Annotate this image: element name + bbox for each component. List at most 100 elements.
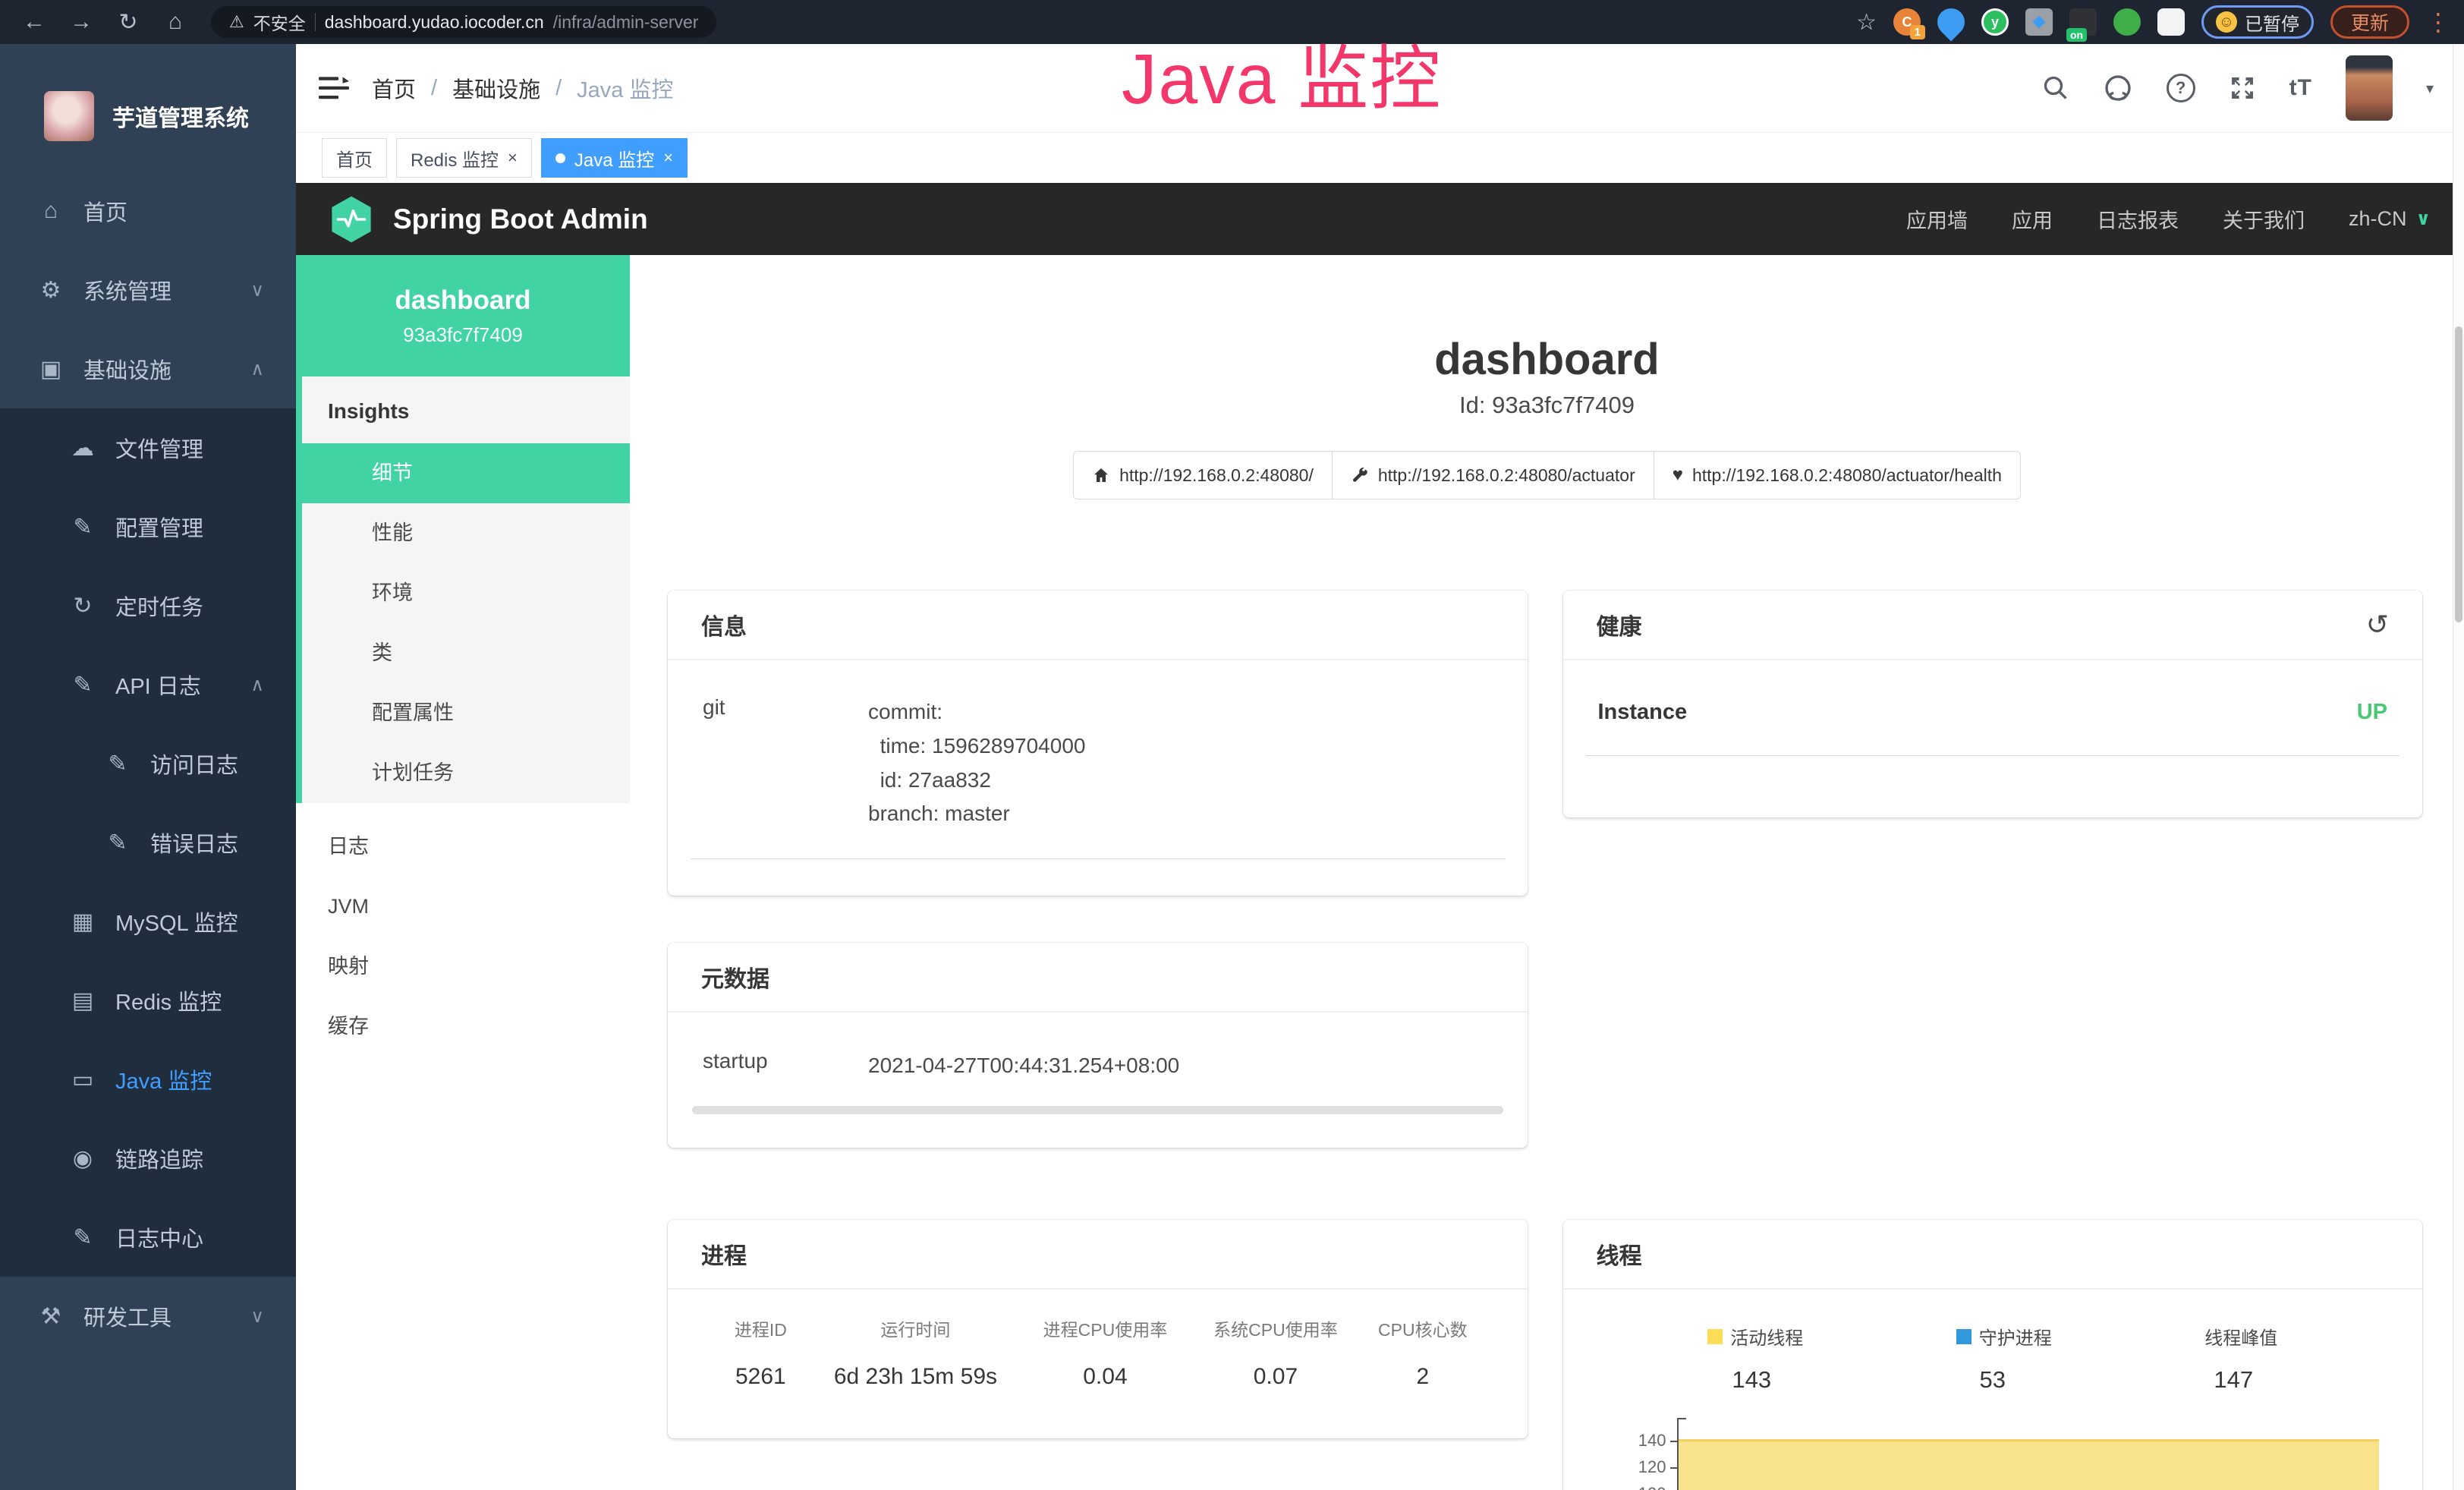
extension-tampermonkey-icon[interactable]: on [2069, 8, 2097, 36]
legend-peak-threads: 线程峰值 [2204, 1323, 2277, 1350]
tag-home[interactable]: 首页 [322, 138, 387, 178]
paused-label: 已暂停 [2245, 9, 2299, 36]
menu-item-environment[interactable]: 环境 [302, 563, 630, 623]
threads-area-chart: 140 120 100 [1563, 1412, 2423, 1490]
service-url-button[interactable]: http://192.168.0.2:48080/ [1073, 451, 1333, 499]
threads-legend: 活动线程 守护进程 线程峰值 [1563, 1290, 2423, 1350]
sidebar-item-scheduled-tasks[interactable]: ↻ 定时任务 [0, 566, 296, 645]
instance-header[interactable]: dashboard 93a3fc7f7409 [296, 255, 630, 376]
breadcrumb-infrastructure[interactable]: 基础设施 [452, 72, 540, 104]
sidebar-item-trace[interactable]: ◉ 链路追踪 [0, 1119, 296, 1198]
extension-grid-icon[interactable] [2025, 8, 2053, 36]
health-url-button[interactable]: ♥ http://192.168.0.2:48080/actuator/heal… [1654, 451, 2021, 499]
sidebar-item-label: API 日志 [115, 669, 201, 701]
sidebar-item-home[interactable]: ⌂ 首页 [0, 172, 296, 250]
scrollbar-thumb[interactable] [2455, 326, 2462, 622]
sidebar-groups: 日志 JVM 映射 缓存 [296, 817, 630, 1057]
process-card-header: 进程 [668, 1220, 1528, 1290]
sidebar-item-file-management[interactable]: ☁ 文件管理 [0, 408, 296, 487]
sidebar-item-system-management[interactable]: ⚙ 系统管理 ∨ [0, 250, 296, 329]
caret-down-icon[interactable]: ▾ [2426, 79, 2434, 98]
browser-back-icon[interactable]: ← [21, 9, 47, 35]
sidebar-item-api-logs[interactable]: ✎ API 日志 ∧ [0, 645, 296, 724]
sba-brand-title: Spring Boot Admin [393, 203, 648, 235]
hamburger-icon[interactable] [319, 75, 349, 101]
profile-paused-badge[interactable]: ☺ 已暂停 [2201, 5, 2314, 39]
menu-item-scheduled-tasks[interactable]: 计划任务 [302, 743, 630, 803]
extensions-puzzle-icon[interactable] [2157, 8, 2185, 36]
sba-nav-about[interactable]: 关于我们 [2223, 204, 2305, 234]
browser-reload-icon[interactable]: ↻ [115, 9, 141, 36]
history-icon[interactable]: ↺ [2366, 609, 2389, 641]
menu-item-metrics[interactable]: 性能 [302, 503, 630, 563]
menu-group-mappings[interactable]: 映射 [296, 937, 630, 997]
bookmark-star-icon[interactable]: ☆ [1856, 9, 1877, 36]
app-logo-row[interactable]: 芋道管理系统 [0, 44, 296, 165]
sidebar-item-label: 错误日志 [150, 827, 238, 858]
sidebar-item-label: 系统管理 [83, 274, 172, 306]
sidebar-item-java-monitor[interactable]: ▭ Java 监控 [0, 1040, 296, 1119]
tag-java-monitor[interactable]: Java 监控 × [541, 138, 688, 178]
health-instance-row[interactable]: Instance UP [1586, 660, 2400, 756]
sidebar-item-mysql-monitor[interactable]: ▦ MySQL 监控 [0, 882, 296, 961]
legend-live-threads: 活动线程 [1707, 1323, 1803, 1350]
instance-name: dashboard [395, 285, 531, 316]
tools-icon: ⚒ [35, 1303, 67, 1330]
sidebar-item-config-management[interactable]: ✎ 配置管理 [0, 487, 296, 566]
col-header-process-cpu: 进程CPU使用率 [1020, 1315, 1191, 1341]
extension-colorzilla-icon[interactable]: C 1 [1893, 8, 1921, 36]
user-avatar[interactable] [2346, 55, 2393, 121]
sba-nav-journal[interactable]: 日志报表 [2097, 204, 2179, 234]
help-icon[interactable]: ? [2167, 74, 2195, 102]
search-icon[interactable] [2042, 74, 2069, 102]
metadata-card-header: 元数据 [668, 943, 1528, 1013]
metadata-startup-row: startup 2021-04-27T00:44:31.254+08:00 [691, 1013, 1505, 1106]
sidebar-item-infrastructure[interactable]: ▣ 基础设施 ∧ [0, 329, 296, 408]
menu-group-caches[interactable]: 缓存 [296, 997, 630, 1057]
cards-grid: 信息 git commit: time: 1596289704000 id: 2… [668, 591, 2422, 1490]
sidebar-item-error-logs[interactable]: ✎ 错误日志 [0, 803, 296, 882]
sidebar-item-label: MySQL 监控 [115, 906, 238, 937]
extension-pin-icon[interactable] [1932, 3, 1971, 42]
menu-item-config-props[interactable]: 配置属性 [302, 683, 630, 743]
address-bar[interactable]: ⚠ 不安全 dashboard.yudao.iocoder.cn /infra/… [211, 6, 716, 38]
browser-menu-icon[interactable]: ⋮ [2426, 8, 2450, 36]
chevron-up-icon: ∧ [250, 674, 264, 696]
menu-group-jvm[interactable]: JVM [296, 877, 630, 937]
sidebar-item-dev-tools[interactable]: ⚒ 研发工具 ∨ [0, 1277, 296, 1356]
sidebar-item-access-logs[interactable]: ✎ 访问日志 [0, 724, 296, 803]
tag-redis-monitor[interactable]: Redis 监控 × [396, 138, 532, 178]
browser-home-icon[interactable]: ⌂ [162, 9, 188, 35]
sidebar-item-log-center[interactable]: ✎ 日志中心 [0, 1198, 296, 1277]
extension-leaf-icon[interactable] [2113, 8, 2141, 36]
github-icon[interactable] [2103, 73, 2133, 103]
service-url: http://192.168.0.2:48080/ [1119, 465, 1314, 486]
breadcrumb-home[interactable]: 首页 [372, 72, 416, 104]
menu-item-classes[interactable]: 类 [302, 623, 630, 683]
locale-selector[interactable]: zh-CN ∨ [2349, 207, 2431, 231]
daemon-threads-value: 53 [1917, 1366, 2069, 1394]
close-icon[interactable]: × [663, 148, 673, 168]
sba-nav-wallboard[interactable]: 应用墙 [1906, 204, 1968, 234]
infrastructure-submenu: ☁ 文件管理 ✎ 配置管理 ↻ 定时任务 ✎ API 日志 ∧ ✎ 访问日志 ✎ [0, 408, 296, 1277]
vertical-scrollbar[interactable] [2453, 44, 2464, 1490]
instance-links: http://192.168.0.2:48080/ http://192.168… [630, 451, 2464, 499]
horizontal-scrollbar[interactable] [692, 1106, 1503, 1114]
security-label[interactable]: 不安全 [253, 9, 306, 35]
sba-nav-applications[interactable]: 应用 [2012, 204, 2053, 234]
url-host[interactable]: dashboard.yudao.iocoder.cn [325, 12, 544, 33]
text-size-icon[interactable]: tT [2289, 75, 2312, 101]
threads-card-header: 线程 [1563, 1220, 2423, 1290]
sidebar-item-redis-monitor[interactable]: ▤ Redis 监控 [0, 961, 296, 1040]
menu-group-logs[interactable]: 日志 [296, 817, 630, 877]
extension-y-icon[interactable]: y [1981, 8, 2009, 36]
actuator-url-button[interactable]: http://192.168.0.2:48080/actuator [1333, 451, 1654, 499]
url-path: /infra/admin-server [553, 12, 699, 33]
process-cpu-value: 0.04 [1020, 1364, 1191, 1390]
close-icon[interactable]: × [508, 148, 518, 168]
browser-forward-icon[interactable]: → [68, 9, 94, 35]
chevron-down-icon: ∨ [250, 1306, 264, 1328]
fullscreen-icon[interactable] [2229, 74, 2256, 102]
update-button[interactable]: 更新 [2330, 5, 2409, 39]
menu-item-details[interactable]: 细节 [302, 443, 630, 503]
